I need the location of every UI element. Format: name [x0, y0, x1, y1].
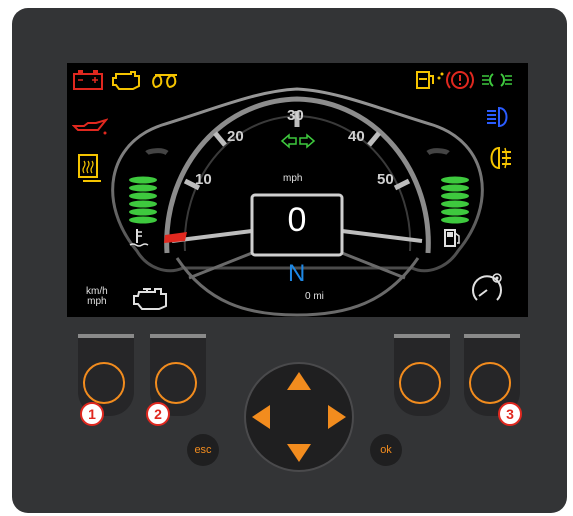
tick-label-20: 20: [227, 128, 244, 145]
oil-pressure-icon: [72, 118, 108, 135]
tick-20: [213, 131, 227, 147]
engine-icon: [133, 288, 167, 310]
rear-fog-light-icon: [490, 146, 511, 170]
fuel-pump-icon: [444, 229, 460, 247]
soft-button-3-ring: [399, 362, 441, 404]
parking-lights-icon: [482, 73, 512, 87]
glow-plug-icon: [152, 74, 177, 88]
dpad-up-button[interactable]: [284, 366, 314, 394]
soft-button-2-ring: [155, 362, 197, 404]
soft-button-3[interactable]: [394, 334, 450, 416]
ok-button[interactable]: ok: [370, 434, 402, 466]
cruise-control-icon[interactable]: [469, 270, 505, 306]
speed-unit: mph: [283, 173, 303, 184]
battery-warning-icon: [73, 70, 103, 90]
esc-button[interactable]: esc: [187, 434, 219, 466]
tick-label-40: 40: [348, 128, 365, 145]
callout-badge-3: 3: [498, 402, 522, 426]
soft-button-1-ring: [83, 362, 125, 404]
fuel-water-icon: [416, 71, 444, 89]
fuel-gauge: [441, 176, 469, 224]
high-beam-icon: [487, 106, 508, 128]
gear-indicator: N: [288, 260, 306, 287]
dpad-left-button[interactable]: [248, 402, 276, 432]
speed-value: 0: [287, 201, 307, 239]
brake-warning-icon: [446, 71, 474, 89]
tick-label-30: 30: [287, 107, 304, 124]
tick-label-50: 50: [377, 171, 394, 188]
unit-toggle-mph: mph: [87, 296, 107, 307]
engine-temp-gauge: [129, 176, 157, 224]
callout-badge-2: 2: [146, 402, 170, 426]
dpad-down-button[interactable]: [284, 440, 314, 468]
tick-40: [367, 131, 381, 147]
dashboard-screen: 10 20 30 40 50 mph 0 N 0 mi km/h mph: [67, 63, 528, 317]
defrost-icon: [78, 154, 101, 182]
tick-label-10: 10: [195, 171, 212, 188]
unit-toggle[interactable]: km/h mph: [86, 287, 108, 307]
odometer: 0 mi: [305, 291, 324, 302]
turn-signal-icon: [280, 133, 316, 149]
callout-badge-1: 1: [80, 402, 104, 426]
dpad-right-button[interactable]: [322, 402, 350, 432]
engine-temp-icon: [129, 229, 149, 247]
soft-button-4-ring: [469, 362, 511, 404]
check-engine-icon: [112, 71, 140, 90]
